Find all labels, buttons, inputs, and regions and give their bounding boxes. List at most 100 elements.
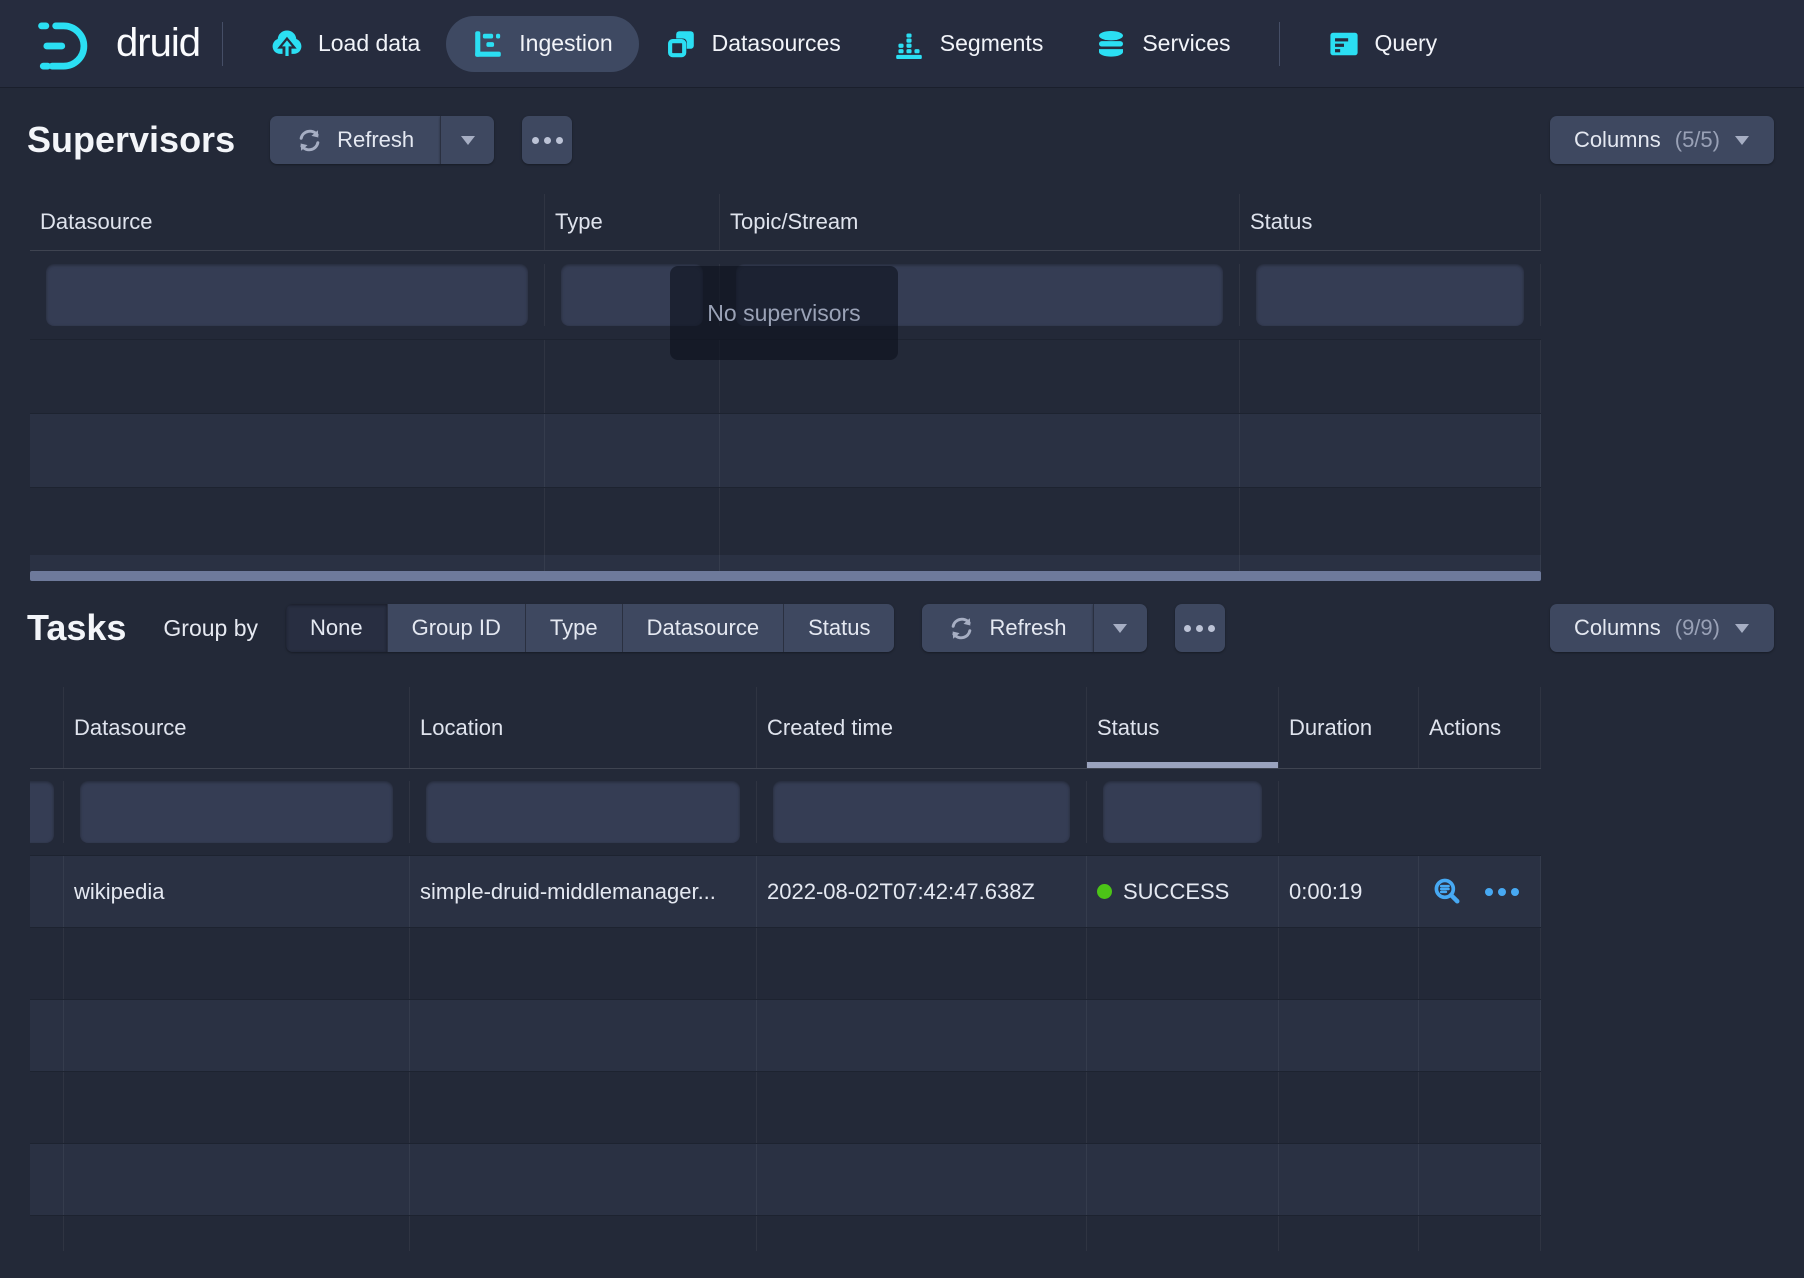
supervisors-header-row: Datasource Type Topic/Stream Status xyxy=(30,194,1541,251)
tasks-columns-button[interactable]: Columns (9/9) xyxy=(1550,604,1774,652)
column-header-datasource[interactable]: Datasource xyxy=(64,687,410,768)
column-header-actions[interactable]: Actions xyxy=(1419,687,1541,768)
tasks-filter-row xyxy=(30,769,1541,855)
columns-count: (5/5) xyxy=(1675,127,1720,153)
task-more-actions-button[interactable] xyxy=(1485,888,1519,896)
table-row xyxy=(30,487,1541,555)
datasource-filter-input[interactable] xyxy=(80,781,393,843)
chevron-down-icon xyxy=(460,135,476,146)
task-detail-button[interactable] xyxy=(1433,877,1462,906)
nav-item-services[interactable]: Services xyxy=(1069,16,1256,72)
chevron-down-icon xyxy=(1734,623,1750,634)
segments-icon xyxy=(893,28,925,60)
chevron-down-icon xyxy=(1112,623,1128,634)
chevron-down-icon xyxy=(1734,135,1750,146)
group-by-group-id-button[interactable]: Group ID xyxy=(388,604,526,652)
status-badge: SUCCESS xyxy=(1123,879,1229,905)
column-header-datasource[interactable]: Datasource xyxy=(30,194,545,250)
supervisors-table: Datasource Type Topic/Stream Status No s… xyxy=(30,194,1541,571)
supervisors-horizontal-scrollbar[interactable] xyxy=(30,571,1541,581)
nav-item-label: Ingestion xyxy=(519,30,612,57)
nav-item-label: Services xyxy=(1142,30,1230,57)
group-by-none-button[interactable]: None xyxy=(286,604,388,652)
nav-item-label: Datasources xyxy=(712,30,841,57)
column-header-hidden[interactable] xyxy=(30,687,64,768)
column-header-location[interactable]: Location xyxy=(410,687,757,768)
nav-item-label: Load data xyxy=(318,30,420,57)
table-row xyxy=(30,999,1541,1071)
search-detail-icon xyxy=(1433,877,1462,906)
nav-item-datasources[interactable]: Datasources xyxy=(639,16,867,72)
supervisors-columns-button[interactable]: Columns (5/5) xyxy=(1550,116,1774,164)
tasks-header-row: Datasource Location Created time Status … xyxy=(30,687,1541,769)
column-header-created-time[interactable]: Created time xyxy=(757,687,1087,768)
created-time-filter-input[interactable] xyxy=(773,781,1070,843)
columns-count: (9/9) xyxy=(1675,615,1720,641)
column-header-status[interactable]: Status xyxy=(1087,687,1279,768)
task-datasource-cell: wikipedia xyxy=(64,856,410,927)
column-header-type[interactable]: Type xyxy=(545,194,720,250)
table-row xyxy=(30,1143,1541,1215)
nav-divider xyxy=(222,22,223,66)
more-icon xyxy=(1485,888,1519,896)
task-actions-cell xyxy=(1419,856,1541,927)
more-icon xyxy=(1184,625,1215,632)
table-row xyxy=(30,927,1541,999)
table-row xyxy=(30,555,1541,571)
location-filter-input[interactable] xyxy=(426,781,740,843)
nav-item-ingestion[interactable]: Ingestion xyxy=(446,16,638,72)
group-by-label: Group by xyxy=(163,615,258,642)
group-by-status-button[interactable]: Status xyxy=(784,604,894,652)
refresh-label: Refresh xyxy=(337,127,414,153)
column-header-duration[interactable]: Duration xyxy=(1279,687,1419,768)
task-location-cell: simple-druid-middlemanager... xyxy=(410,856,757,927)
table-row xyxy=(30,1215,1541,1251)
druid-logo-icon xyxy=(36,17,100,70)
supervisors-refresh-button[interactable]: Refresh xyxy=(270,116,440,164)
table-row xyxy=(30,413,1541,487)
more-icon xyxy=(532,137,563,144)
datasources-icon xyxy=(665,28,697,60)
group-by-type-button[interactable]: Type xyxy=(526,604,623,652)
group-by-datasource-button[interactable]: Datasource xyxy=(623,604,785,652)
nav-item-segments[interactable]: Segments xyxy=(867,16,1070,72)
load-data-icon xyxy=(271,28,303,60)
query-icon xyxy=(1328,28,1360,60)
tasks-refresh-button[interactable]: Refresh xyxy=(922,604,1092,652)
supervisors-section-bar: Supervisors Refresh Columns (5/5) xyxy=(27,115,1774,165)
supervisors-refresh-caret-button[interactable] xyxy=(440,116,494,164)
hidden-column-filter-input[interactable] xyxy=(30,781,54,843)
columns-label: Columns xyxy=(1574,615,1661,641)
nav-item-label: Segments xyxy=(940,30,1044,57)
task-duration-cell: 0:00:19 xyxy=(1279,856,1419,927)
nav-divider xyxy=(1279,22,1280,66)
nav-item-load-data[interactable]: Load data xyxy=(245,16,446,72)
column-header-status[interactable]: Status xyxy=(1240,194,1541,250)
no-supervisors-message: No supervisors xyxy=(670,266,898,360)
tasks-table: Datasource Location Created time Status … xyxy=(30,687,1541,1251)
ingestion-icon xyxy=(472,28,504,60)
status-filter-input[interactable] xyxy=(1103,781,1262,843)
column-header-topic-stream[interactable]: Topic/Stream xyxy=(720,194,1240,250)
status-filter-input[interactable] xyxy=(1256,264,1524,326)
tasks-section-bar: Tasks Group by None Group ID Type Dataso… xyxy=(27,603,1774,653)
table-row xyxy=(30,1071,1541,1143)
refresh-icon xyxy=(296,127,323,154)
tasks-refresh-caret-button[interactable] xyxy=(1093,604,1147,652)
task-created-time-cell: 2022-08-02T07:42:47.638Z xyxy=(757,856,1087,927)
task-row-wikipedia[interactable]: wikipedia simple-druid-middlemanager... … xyxy=(30,855,1541,927)
services-icon xyxy=(1095,28,1127,60)
refresh-icon xyxy=(948,615,975,642)
tasks-more-button[interactable] xyxy=(1175,604,1225,652)
nav-item-query[interactable]: Query xyxy=(1302,16,1464,72)
supervisors-more-button[interactable] xyxy=(522,116,572,164)
brand-text: druid xyxy=(116,21,200,66)
refresh-label: Refresh xyxy=(989,615,1066,641)
success-status-dot xyxy=(1097,884,1112,899)
group-by-button-group: None Group ID Type Datasource Status xyxy=(286,604,894,652)
druid-logo[interactable]: druid xyxy=(36,17,200,70)
columns-label: Columns xyxy=(1574,127,1661,153)
datasource-filter-input[interactable] xyxy=(46,264,528,326)
supervisors-title: Supervisors xyxy=(27,119,235,161)
navbar: druid Load data Ingestion Datasources xyxy=(0,0,1804,88)
